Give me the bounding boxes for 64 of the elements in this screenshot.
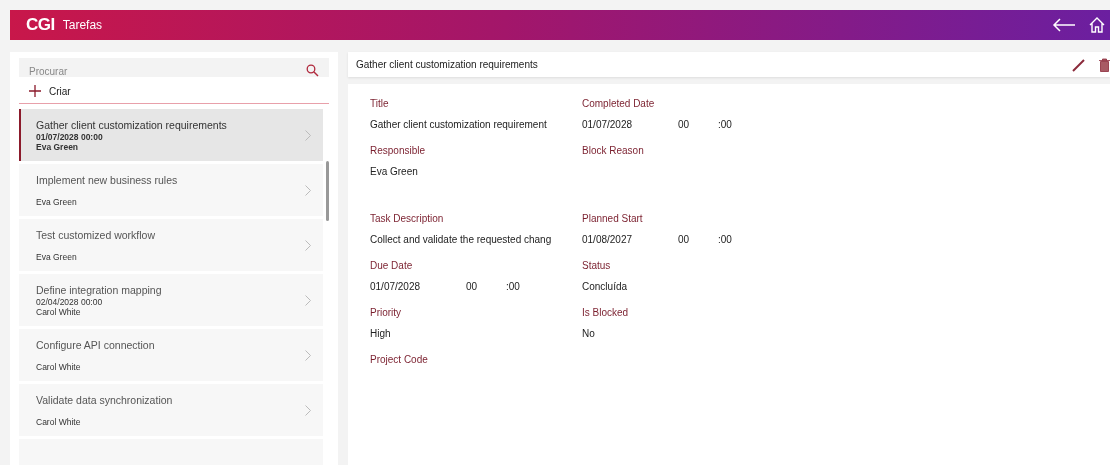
task-title: Test customized workflow (36, 227, 157, 242)
plus-icon (29, 85, 41, 97)
field-label: Responsible (370, 145, 427, 156)
search-field[interactable]: Procurar (19, 58, 329, 77)
task-title: Implement new business rules (36, 172, 179, 187)
chevron-right-icon (305, 239, 311, 251)
home-icon[interactable] (1088, 16, 1106, 34)
task-responsible: Carol White (36, 416, 82, 428)
task-list-item[interactable]: Configure API connection Carol White (19, 329, 323, 381)
field-value: Collect and validate the requested chang (370, 234, 553, 245)
task-list-item[interactable]: Validate data synchronization Carol White (19, 384, 323, 436)
date-value: 01/07/2028 (370, 281, 422, 292)
field-label: Completed Date (582, 98, 656, 109)
date-value: 01/08/2027 (582, 234, 634, 245)
task-list-item[interactable]: Implement new business rules Eva Green (19, 164, 323, 216)
field-label: Project Code (370, 354, 429, 365)
date-value: 01/07/2028 (582, 119, 634, 130)
field-label: Block Reason (582, 145, 645, 156)
field-value: High (370, 328, 392, 339)
task-responsible: Carol White (36, 306, 82, 318)
task-date: 01/07/2028 00:00 (36, 131, 104, 142)
field-value: No (582, 328, 596, 339)
field-label: Task Description (370, 213, 445, 224)
chevron-right-icon (305, 294, 311, 306)
field-label: Title (370, 98, 390, 109)
field-value: Eva Green (370, 166, 419, 177)
field-label: Is Blocked (582, 307, 630, 318)
chevron-right-icon (305, 184, 311, 196)
field-value: Concluída (582, 281, 629, 292)
hour-value: 00 (466, 281, 479, 292)
back-arrow-icon[interactable] (1052, 18, 1076, 32)
task-list-item[interactable]: Gather client customization requirements 01/07/2028 00:00 Eva Green (19, 109, 323, 161)
chevron-right-icon (305, 129, 311, 141)
field-value: Gather client customization requirement (370, 119, 548, 130)
hour-value: 00 (678, 234, 691, 245)
field-label: Priority (370, 307, 403, 318)
task-date: 02/04/2028 00:00 (36, 296, 104, 307)
logo: CGI (26, 15, 55, 35)
task-responsible: Carol White (36, 361, 82, 373)
task-responsible: Eva Green (36, 251, 78, 263)
search-icon[interactable] (306, 64, 319, 77)
scrollbar[interactable] (326, 161, 329, 221)
task-list-item[interactable]: Define integration mapping 02/04/2028 00:00 Carol White (19, 274, 323, 326)
field-label: Status (582, 260, 612, 271)
app-title: Tarefas (62, 18, 103, 32)
minute-value: :00 (506, 281, 520, 292)
chevron-right-icon (305, 404, 311, 416)
hour-value: 00 (678, 119, 691, 130)
task-list-item[interactable]: Test customized workflow Eva Green (19, 219, 323, 271)
chevron-right-icon (305, 349, 311, 361)
task-title: Gather client customization requirements (36, 117, 228, 132)
field-label: Due Date (370, 260, 414, 271)
create-button[interactable]: Criar (19, 77, 329, 104)
task-title: Validate data synchronization (36, 392, 174, 407)
task-title: Configure API connection (36, 337, 156, 352)
task-title: Define integration mapping (36, 282, 163, 297)
trash-icon[interactable] (1099, 57, 1110, 72)
detail-title: Gather client customization requirements (356, 59, 538, 70)
minute-value: :00 (718, 234, 732, 245)
minute-value: :00 (718, 119, 732, 130)
task-responsible: Eva Green (36, 141, 80, 153)
field-label: Planned Start (582, 213, 644, 224)
task-responsible: Eva Green (36, 196, 78, 208)
edit-icon[interactable] (1072, 57, 1085, 72)
